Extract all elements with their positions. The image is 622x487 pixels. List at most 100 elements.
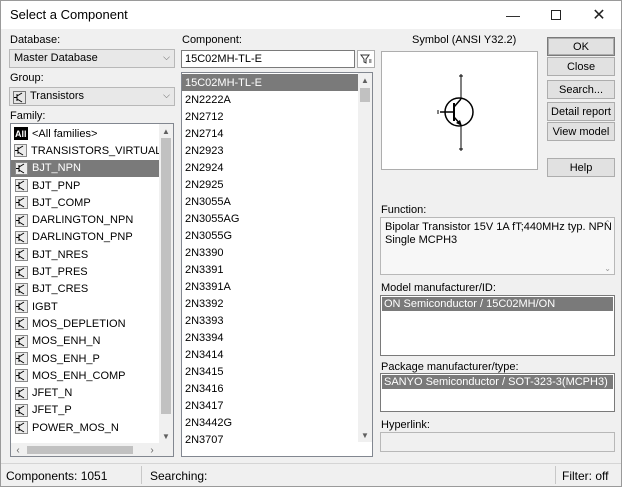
family-item[interactable]: All <All families> <box>11 125 159 142</box>
component-item[interactable]: 2N3393 <box>182 312 358 329</box>
family-item[interactable]: BJT_NRES <box>11 246 159 263</box>
family-list[interactable]: All <All families> TRANSISTORS_VIRTUAL BJT_… <box>10 123 174 457</box>
model-manufacturer-item[interactable]: ON Semiconductor / 15C02MH/ON <box>382 297 613 311</box>
component-item[interactable]: 2N3414 <box>182 346 358 363</box>
family-item[interactable]: TRANSISTORS_VIRTUAL <box>11 142 162 159</box>
component-item[interactable]: 2N3391 <box>182 261 358 278</box>
package-manufacturer-item[interactable]: SANYO Semiconductor / SOT-323-3(MCPH3) <box>382 375 613 389</box>
component-item[interactable]: 2N3416 <box>182 380 358 397</box>
function-textarea[interactable]: Bipolar Transistor 15V 1A fT;440MHz typ.… <box>380 217 615 275</box>
family-item[interactable]: MOS_ENH_P <box>11 350 159 367</box>
component-item[interactable]: 2N3055G <box>182 227 358 244</box>
window-title: Select a Component <box>10 7 128 22</box>
family-item-label: POWER_MOS_N <box>32 421 119 434</box>
maximize-button[interactable] <box>535 1 577 29</box>
status-divider <box>555 466 556 484</box>
family-item-label: BJT_PNP <box>32 179 81 192</box>
component-input-value: 15C02MH-TL-E <box>185 53 263 65</box>
component-item[interactable]: 15C02MH-TL-E <box>182 74 358 92</box>
jfet-p-icon <box>14 403 28 417</box>
filter-icon <box>360 54 372 64</box>
component-search-input[interactable]: 15C02MH-TL-E <box>181 50 355 68</box>
family-item[interactable]: JFET_N <box>11 385 159 402</box>
family-item[interactable]: DARLINGTON_PNP <box>11 229 159 246</box>
scroll-down-icon[interactable]: ⌄ <box>604 264 611 273</box>
scroll-up-icon[interactable]: ▲ <box>159 124 173 138</box>
family-item[interactable]: IGBT <box>11 298 159 315</box>
component-item[interactable]: 2N2924 <box>182 159 358 176</box>
family-item[interactable]: BJT_CRES <box>11 281 159 298</box>
hyperlink-field[interactable] <box>380 432 615 452</box>
family-item-label: BJT_CRES <box>32 283 89 296</box>
family-item[interactable]: BJT_COMP <box>11 194 159 211</box>
component-item[interactable]: 2N3417 <box>182 397 358 414</box>
component-item[interactable]: 2N3392 <box>182 295 358 312</box>
family-item[interactable]: MOS_ENH_N <box>11 333 159 350</box>
package-manufacturer-list[interactable]: SANYO Semiconductor / SOT-323-3(MCPH3) <box>380 373 615 412</box>
scroll-thumb[interactable] <box>360 88 370 102</box>
scroll-up-icon[interactable]: ⌃ <box>604 219 611 228</box>
scroll-left-icon[interactable]: ‹ <box>11 443 25 456</box>
component-item[interactable]: 2N2714 <box>182 125 358 142</box>
ok-button[interactable]: OK <box>547 37 615 56</box>
family-item-label: BJT_NPN <box>32 162 81 175</box>
group-value: Transistors <box>30 90 84 102</box>
database-dropdown[interactable]: Master Database ⌵ <box>9 49 175 68</box>
family-item-label: MOS_DEPLETION <box>32 317 126 330</box>
component-item[interactable]: 2N3707 <box>182 431 358 448</box>
scroll-right-icon[interactable]: › <box>145 443 159 456</box>
function-text: Bipolar Transistor 15V 1A fT;440MHz typ.… <box>385 221 612 246</box>
all-families-icon: All <box>14 127 28 141</box>
virtual-transistor-icon <box>14 144 27 158</box>
family-item-label: JFET_N <box>32 387 73 400</box>
component-item[interactable]: 2N2925 <box>182 176 358 193</box>
minimize-button[interactable]: — <box>492 1 534 29</box>
model-manufacturer-list[interactable]: ON Semiconductor / 15C02MH/ON <box>380 295 615 356</box>
component-item[interactable]: 2N2712 <box>182 108 358 125</box>
detail-report-button[interactable]: Detail report <box>547 102 615 121</box>
component-item[interactable]: 2N3390 <box>182 244 358 261</box>
component-item[interactable]: 2N2222A <box>182 91 358 108</box>
database-label: Database: <box>10 34 61 46</box>
bjt-nres-icon <box>14 248 28 262</box>
component-item[interactable]: 2N3394 <box>182 329 358 346</box>
scroll-up-icon[interactable]: ▲ <box>358 73 372 87</box>
scroll-down-icon[interactable]: ▼ <box>159 429 173 443</box>
close-window-button[interactable]: ✕ <box>578 1 620 29</box>
scroll-down-icon[interactable]: ▼ <box>358 428 372 442</box>
help-button[interactable]: Help <box>547 158 615 177</box>
family-item-label: TRANSISTORS_VIRTUAL <box>31 144 162 157</box>
component-item[interactable]: 2N3442G <box>182 414 358 431</box>
family-vertical-scrollbar[interactable]: ▲ ▼ <box>159 124 173 443</box>
search-button[interactable]: Search... <box>547 80 615 99</box>
family-item[interactable]: DARLINGTON_NPN <box>11 212 159 229</box>
family-item[interactable]: JFET_P <box>11 402 159 419</box>
family-item-label: DARLINGTON_NPN <box>32 214 134 227</box>
group-dropdown[interactable]: Transistors ⌵ <box>9 87 175 106</box>
npn-transistor-symbol <box>437 74 474 151</box>
filter-button[interactable] <box>357 50 375 68</box>
component-vertical-scrollbar[interactable]: ▲ ▼ <box>358 73 372 442</box>
status-divider <box>141 466 142 484</box>
package-manufacturer-label: Package manufacturer/type: <box>381 361 519 373</box>
component-list[interactable]: 15C02MH-TL-E 2N2222A 2N2712 2N2714 2N2923 2N2… <box>181 72 373 457</box>
family-item[interactable]: MOS_DEPLETION <box>11 315 159 332</box>
family-item[interactable]: BJT_PRES <box>11 263 159 280</box>
scroll-thumb[interactable] <box>161 138 171 414</box>
component-item[interactable]: 2N3415 <box>182 363 358 380</box>
family-horizontal-scrollbar[interactable]: ‹ › <box>11 443 173 456</box>
family-label: Family: <box>10 110 46 122</box>
component-item[interactable]: 2N3391A <box>182 278 358 295</box>
family-item[interactable]: BJT_PNP <box>11 177 159 194</box>
view-model-button[interactable]: View model <box>547 122 615 141</box>
component-item[interactable]: 2N2923 <box>182 142 358 159</box>
symbol-preview <box>381 51 538 170</box>
bjt-npn-icon <box>14 161 28 175</box>
scroll-thumb[interactable] <box>27 446 133 454</box>
component-item[interactable]: 2N3055AG <box>182 210 358 227</box>
component-item[interactable]: 2N3055A <box>182 193 358 210</box>
family-item[interactable]: MOS_ENH_COMP <box>11 367 159 384</box>
family-item[interactable]: POWER_MOS_N <box>11 419 159 436</box>
family-item[interactable]: BJT_NPN <box>11 159 159 177</box>
close-button[interactable]: Close <box>547 57 615 76</box>
